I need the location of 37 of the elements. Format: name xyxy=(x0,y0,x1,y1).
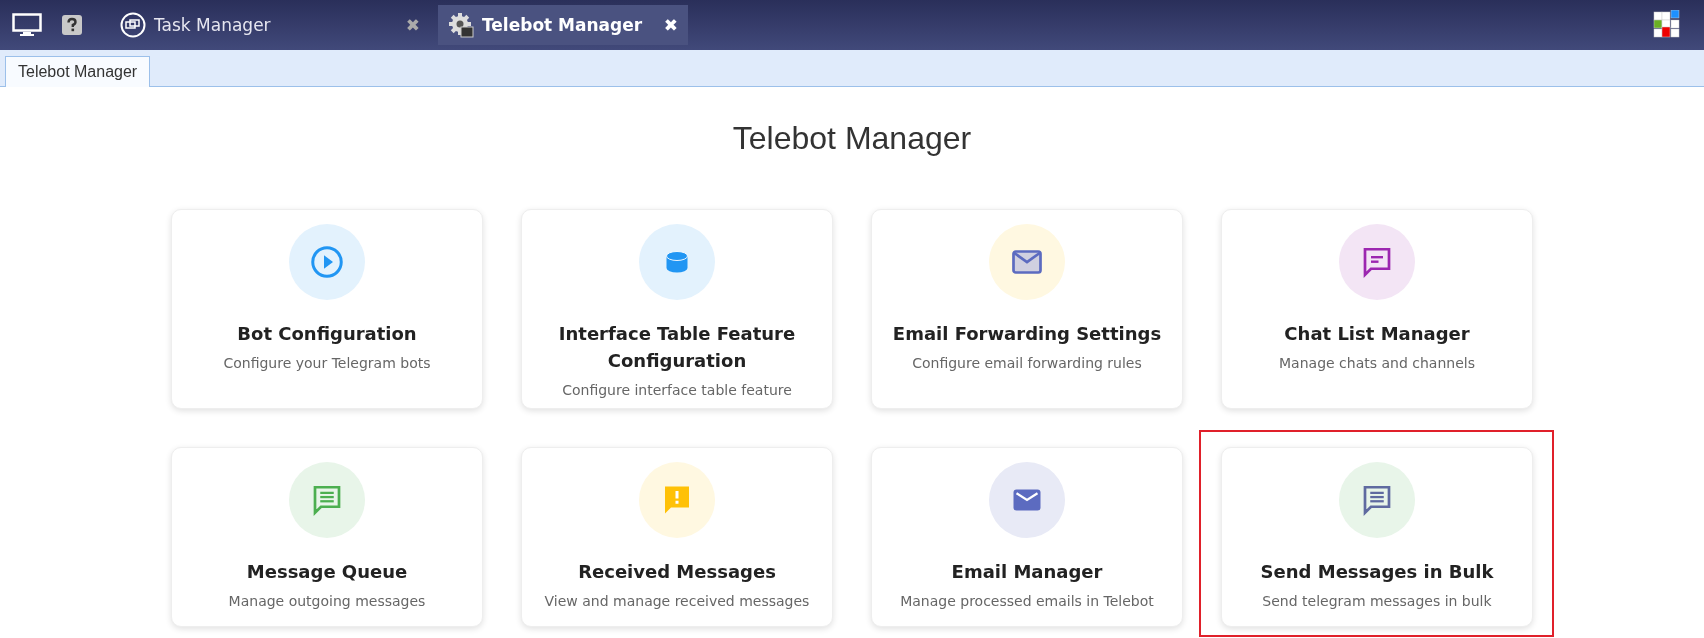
card-title: Bot Configuration xyxy=(237,322,417,346)
card-description: View and manage received messages xyxy=(544,593,810,609)
card-description: Configure interface table feature xyxy=(562,382,792,398)
card-title: Chat List Manager xyxy=(1284,322,1470,346)
card-description: Manage outgoing messages xyxy=(228,593,426,609)
windows-icon xyxy=(120,12,146,38)
card-title: Interface Table Feature Configuration xyxy=(557,322,797,373)
feature-card[interactable]: Bot Configuration Configure your Telegram bots xyxy=(171,209,483,409)
card-description: Manage chats and channels xyxy=(1279,355,1475,371)
feature-card[interactable]: Email Manager Manage processed emails in Telebot xyxy=(871,447,1183,627)
feature-card[interactable]: Message Queue Manage outgoing messages xyxy=(171,447,483,627)
feature-card[interactable]: Chat List Manager Manage chats and channels xyxy=(1221,209,1533,409)
card-description: Send telegram messages in bulk xyxy=(1262,593,1492,609)
feature-card[interactable]: Interface Table Feature Configuration Configure interface table feature xyxy=(521,209,833,409)
card-title: Received Messages xyxy=(578,560,776,584)
monitor-icon[interactable] xyxy=(12,13,42,37)
close-button[interactable]: ✖ xyxy=(405,15,420,35)
card-title: Send Messages in Bulk xyxy=(1260,560,1494,584)
feature-card[interactable]: Email Forwarding Settings Configure email forwarding rules xyxy=(871,209,1183,409)
close-button[interactable]: ✖ xyxy=(663,15,678,35)
cubes-logo-icon xyxy=(1652,10,1682,40)
card-description: Configure your Telegram bots xyxy=(223,355,431,371)
page-tab[interactable]: Telebot Manager xyxy=(5,56,151,87)
help-icon[interactable] xyxy=(62,15,82,35)
window-tab[interactable]: Telebot Manager ✖ xyxy=(438,5,688,45)
card-description: Configure email forwarding rules xyxy=(912,355,1142,371)
card-description: Manage processed emails in Telebot xyxy=(900,593,1154,609)
card-title: Email Forwarding Settings xyxy=(892,322,1162,346)
gear-icon xyxy=(448,12,474,38)
page-title: Telebot Manager xyxy=(731,120,973,157)
feature-card[interactable]: Send Messages in Bulk Send telegram messages in bulk xyxy=(1221,447,1533,627)
tab-label: Telebot Manager xyxy=(482,15,643,35)
card-title: Message Queue xyxy=(246,560,408,584)
feature-card[interactable]: Received Messages View and manage received messages xyxy=(521,447,833,627)
tab-label: Task Manager xyxy=(154,15,271,35)
card-title: Email Manager xyxy=(951,560,1103,584)
window-tab[interactable]: Task Manager ✖ xyxy=(110,5,430,45)
